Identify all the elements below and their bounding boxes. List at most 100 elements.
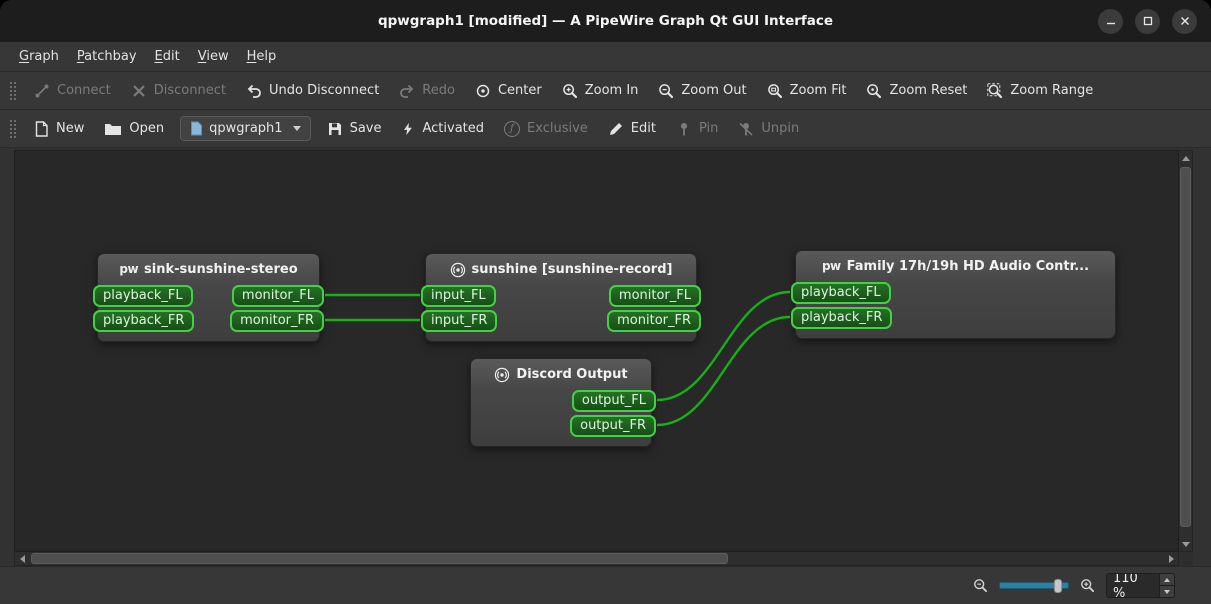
- patchbay-toolbar: New Open qpwgraph1 Save Activated ƒ Excl…: [0, 110, 1211, 148]
- statusbar: 110 %: [0, 566, 1211, 604]
- activated-label: Activated: [422, 121, 485, 136]
- port-input-fr[interactable]: input_FR: [421, 310, 498, 332]
- open-button[interactable]: Open: [94, 115, 174, 142]
- menu-edit[interactable]: Edit: [146, 42, 189, 71]
- zoom-out-small-icon[interactable]: [973, 578, 988, 593]
- center-button[interactable]: Center: [465, 77, 552, 105]
- exclusive-button[interactable]: ƒ Exclusive: [494, 115, 598, 143]
- connect-button[interactable]: Connect: [24, 77, 121, 105]
- maximize-button[interactable]: [1135, 8, 1160, 34]
- zoom-decrement-button[interactable]: [1160, 585, 1174, 597]
- zoom-out-icon: [658, 83, 674, 99]
- save-label: Save: [349, 121, 382, 136]
- port-monitor-fr[interactable]: monitor_FR: [230, 310, 324, 332]
- save-button[interactable]: Save: [317, 115, 392, 143]
- spin-down-icon: [1164, 589, 1170, 594]
- scroll-down-button[interactable]: [1179, 537, 1192, 551]
- port-playback-fl[interactable]: playback_FL: [791, 282, 891, 304]
- unpin-button[interactable]: Unpin: [728, 115, 809, 143]
- node-discord-output[interactable]: Discord Output output_FL output_FR: [470, 358, 656, 447]
- redo-label: Redo: [422, 83, 455, 98]
- new-button[interactable]: New: [24, 115, 94, 143]
- port-output-fl[interactable]: output_FL: [571, 390, 656, 412]
- unpin-icon: [738, 121, 754, 137]
- redo-button[interactable]: Redo: [389, 77, 465, 105]
- zoom-increment-button[interactable]: [1160, 574, 1174, 585]
- disconnect-button[interactable]: Disconnect: [121, 77, 236, 105]
- patchbay-selector-value: qpwgraph1: [209, 121, 283, 136]
- toolbar-drag-handle[interactable]: [9, 81, 16, 100]
- zoom-in-icon: [562, 83, 578, 99]
- zoom-slider-handle[interactable]: [1054, 578, 1062, 593]
- zoom-out-button[interactable]: Zoom Out: [648, 77, 756, 105]
- new-file-icon: [34, 120, 49, 137]
- patchbay-selector[interactable]: qpwgraph1: [180, 116, 311, 141]
- node-sink-sunshine-stereo[interactable]: pw sink-sunshine-stereo playback_FL play…: [93, 253, 324, 342]
- scroll-left-button[interactable]: [15, 552, 29, 565]
- port-playback-fl[interactable]: playback_FL: [93, 285, 193, 307]
- monitor-source-icon: [494, 367, 510, 383]
- port-monitor-fr[interactable]: monitor_FR: [607, 310, 701, 332]
- port-monitor-fl[interactable]: monitor_FL: [231, 285, 324, 307]
- zoom-range-icon: [987, 82, 1003, 99]
- menu-graph[interactable]: Graph: [10, 42, 68, 71]
- zoom-slider[interactable]: [999, 578, 1069, 594]
- menu-help[interactable]: Help: [238, 42, 286, 71]
- patchbay-file-icon: [190, 121, 203, 136]
- node-sunshine-record[interactable]: sunshine [sunshine-record] input_FL inpu…: [421, 253, 701, 342]
- port-output-fr[interactable]: output_FR: [570, 415, 656, 437]
- disconnect-icon: [131, 83, 147, 99]
- vertical-scrollbar[interactable]: [1179, 150, 1193, 552]
- undo-disconnect-label: Undo Disconnect: [268, 83, 380, 98]
- node-title: pw sink-sunshine-stereo: [119, 262, 298, 277]
- open-folder-icon: [104, 122, 122, 136]
- graph-canvas[interactable]: pw sink-sunshine-stereo playback_FL play…: [14, 150, 1179, 552]
- toolbar-drag-handle[interactable]: [9, 119, 16, 138]
- zoom-fit-icon: [767, 83, 783, 99]
- exclusive-label: Exclusive: [527, 121, 588, 136]
- zoom-in-button[interactable]: Zoom In: [552, 77, 649, 105]
- horizontal-scrollbar[interactable]: [14, 552, 1179, 566]
- zoom-value[interactable]: 110 %: [1107, 574, 1159, 597]
- zoom-reset-icon: [866, 83, 882, 99]
- minimize-button[interactable]: [1098, 8, 1123, 34]
- arrow-left-icon: [19, 554, 25, 563]
- port-input-fl[interactable]: input_FL: [421, 285, 496, 307]
- unpin-label: Unpin: [761, 121, 800, 136]
- zoom-in-label: Zoom In: [584, 83, 639, 98]
- monitor-source-icon: [450, 262, 466, 278]
- zoom-spinbox[interactable]: 110 %: [1106, 573, 1175, 598]
- pin-icon: [676, 121, 692, 137]
- menu-view[interactable]: View: [189, 42, 238, 71]
- pin-button[interactable]: Pin: [666, 115, 728, 143]
- close-button[interactable]: [1172, 8, 1197, 34]
- arrow-up-icon: [1181, 155, 1190, 161]
- undo-disconnect-button[interactable]: Undo Disconnect: [236, 77, 389, 105]
- node-family-hd-audio[interactable]: pw Family 17h/19h HD Audio Contr... play…: [791, 250, 1116, 339]
- zoom-fit-button[interactable]: Zoom Fit: [757, 77, 857, 105]
- redo-icon: [399, 83, 415, 99]
- activated-button[interactable]: Activated: [391, 115, 494, 143]
- zoom-in-small-icon[interactable]: [1080, 578, 1095, 593]
- save-icon: [327, 121, 343, 137]
- zoom-fit-label: Zoom Fit: [789, 83, 847, 98]
- menu-patchbay[interactable]: Patchbay: [68, 42, 146, 71]
- app-window: qpwgraph1 [modified] — A PipeWire Graph …: [0, 0, 1211, 604]
- pipewire-icon: pw: [119, 262, 139, 276]
- edit-button[interactable]: Edit: [598, 115, 666, 143]
- scroll-up-button[interactable]: [1179, 151, 1192, 165]
- scroll-right-button[interactable]: [1164, 552, 1178, 565]
- port-playback-fr[interactable]: playback_FR: [791, 307, 893, 329]
- node-title: Discord Output: [471, 359, 651, 387]
- center-icon: [475, 83, 491, 99]
- port-playback-fr[interactable]: playback_FR: [93, 310, 195, 332]
- zoom-reset-button[interactable]: Zoom Reset: [856, 77, 977, 105]
- zoom-range-label: Zoom Range: [1010, 83, 1094, 98]
- connections-layer: [324, 290, 791, 427]
- horizontal-scroll-thumb[interactable]: [31, 553, 728, 564]
- titlebar[interactable]: qpwgraph1 [modified] — A PipeWire Graph …: [0, 0, 1211, 42]
- zoom-range-button[interactable]: Zoom Range: [977, 77, 1103, 105]
- vertical-scroll-thumb[interactable]: [1180, 167, 1191, 527]
- center-label: Center: [497, 83, 542, 98]
- port-monitor-fl[interactable]: monitor_FL: [608, 285, 701, 307]
